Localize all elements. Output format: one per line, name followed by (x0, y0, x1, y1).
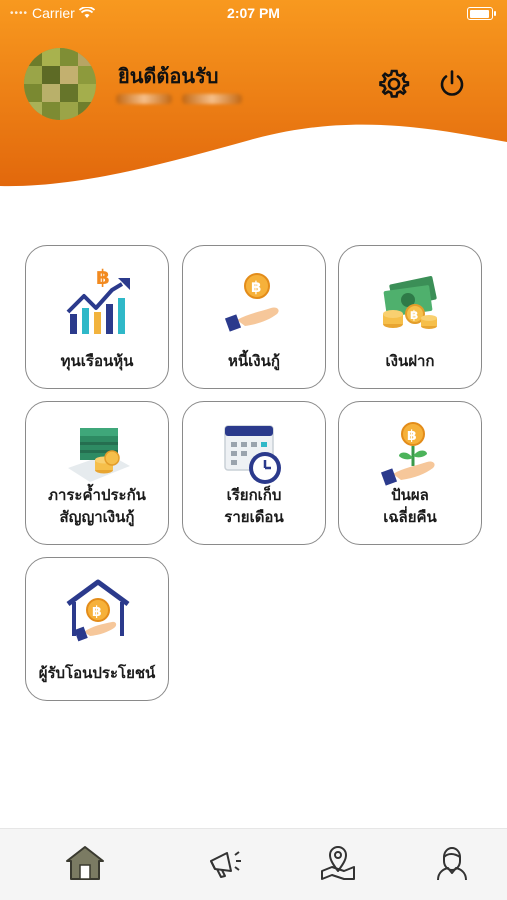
menu-card-deposits[interactable]: ฿ เงินฝาก (338, 245, 482, 389)
menu-card-share-capital[interactable]: ฿ ทุนเรือนหุ้น (25, 245, 169, 389)
menu-card-beneficiary[interactable]: ฿ ผู้รับโอนประโยชน์ (25, 557, 169, 701)
menu-card-dividend[interactable]: ฿ ปันผล เฉลี่ยคืน (338, 401, 482, 545)
hand-coin-loan-icon: ฿ (224, 273, 279, 332)
clock: 2:07 PM (227, 5, 280, 21)
app-screen: •••• Carrier 2:07 PM ยินดีต้อนรับ ฿ ทุนเ… (0, 0, 507, 900)
money-deposit-icon: ฿ (383, 276, 437, 329)
menu-card-label: หนี้เงินกู้ (228, 352, 280, 370)
avatar[interactable] (24, 48, 96, 120)
logout-button[interactable] (434, 66, 470, 102)
menu-card-label: ทุนเรือนหุ้น (60, 352, 134, 370)
tab-profile[interactable] (430, 841, 474, 885)
map-pin-icon (321, 846, 355, 880)
svg-text:฿: ฿ (96, 265, 110, 289)
tab-home[interactable] (63, 841, 107, 885)
power-icon (440, 70, 464, 96)
menu-card-label: เรียกเก็บ รายเดือน (224, 486, 284, 526)
member-name-redacted (116, 94, 244, 108)
megaphone-icon (210, 851, 241, 878)
header: •••• Carrier 2:07 PM ยินดีต้อนรับ (0, 0, 507, 200)
tab-announcements[interactable] (203, 841, 247, 885)
settings-button[interactable] (376, 66, 412, 102)
tab-locations[interactable] (316, 841, 360, 885)
menu-card-label: ภาระค้ำประกัน สัญญาเงินกู้ (48, 486, 146, 526)
menu-card-label: เงินฝาก (385, 352, 435, 370)
svg-text:฿: ฿ (407, 428, 417, 444)
battery-icon (467, 7, 496, 20)
svg-text:฿: ฿ (92, 604, 102, 620)
beneficiary-house-icon: ฿ (66, 579, 130, 642)
status-bar: •••• Carrier 2:07 PM (0, 0, 507, 28)
user-profile-icon (437, 847, 467, 881)
svg-text:฿: ฿ (251, 278, 261, 296)
avatar-pixelated-image (24, 48, 96, 120)
stock-growth-chart-icon: ฿ (66, 265, 130, 334)
menu-card-loan-guarantee[interactable]: ภาระค้ำประกัน สัญญาเงินกู้ (25, 401, 169, 545)
svg-text:฿: ฿ (410, 308, 418, 322)
menu-card-label: ปันผล เฉลี่ยคืน (383, 486, 437, 526)
menu-card-label: ผู้รับโอนประโยชน์ (38, 664, 156, 682)
gear-icon (379, 69, 410, 98)
menu-card-monthly-billing[interactable]: เรียกเก็บ รายเดือน (182, 401, 326, 545)
menu-card-loans[interactable]: ฿ หนี้เงินกู้ (182, 245, 326, 389)
tab-bar (0, 828, 507, 900)
welcome-title: ยินดีต้อนรับ (118, 64, 219, 88)
home-icon (66, 846, 104, 880)
